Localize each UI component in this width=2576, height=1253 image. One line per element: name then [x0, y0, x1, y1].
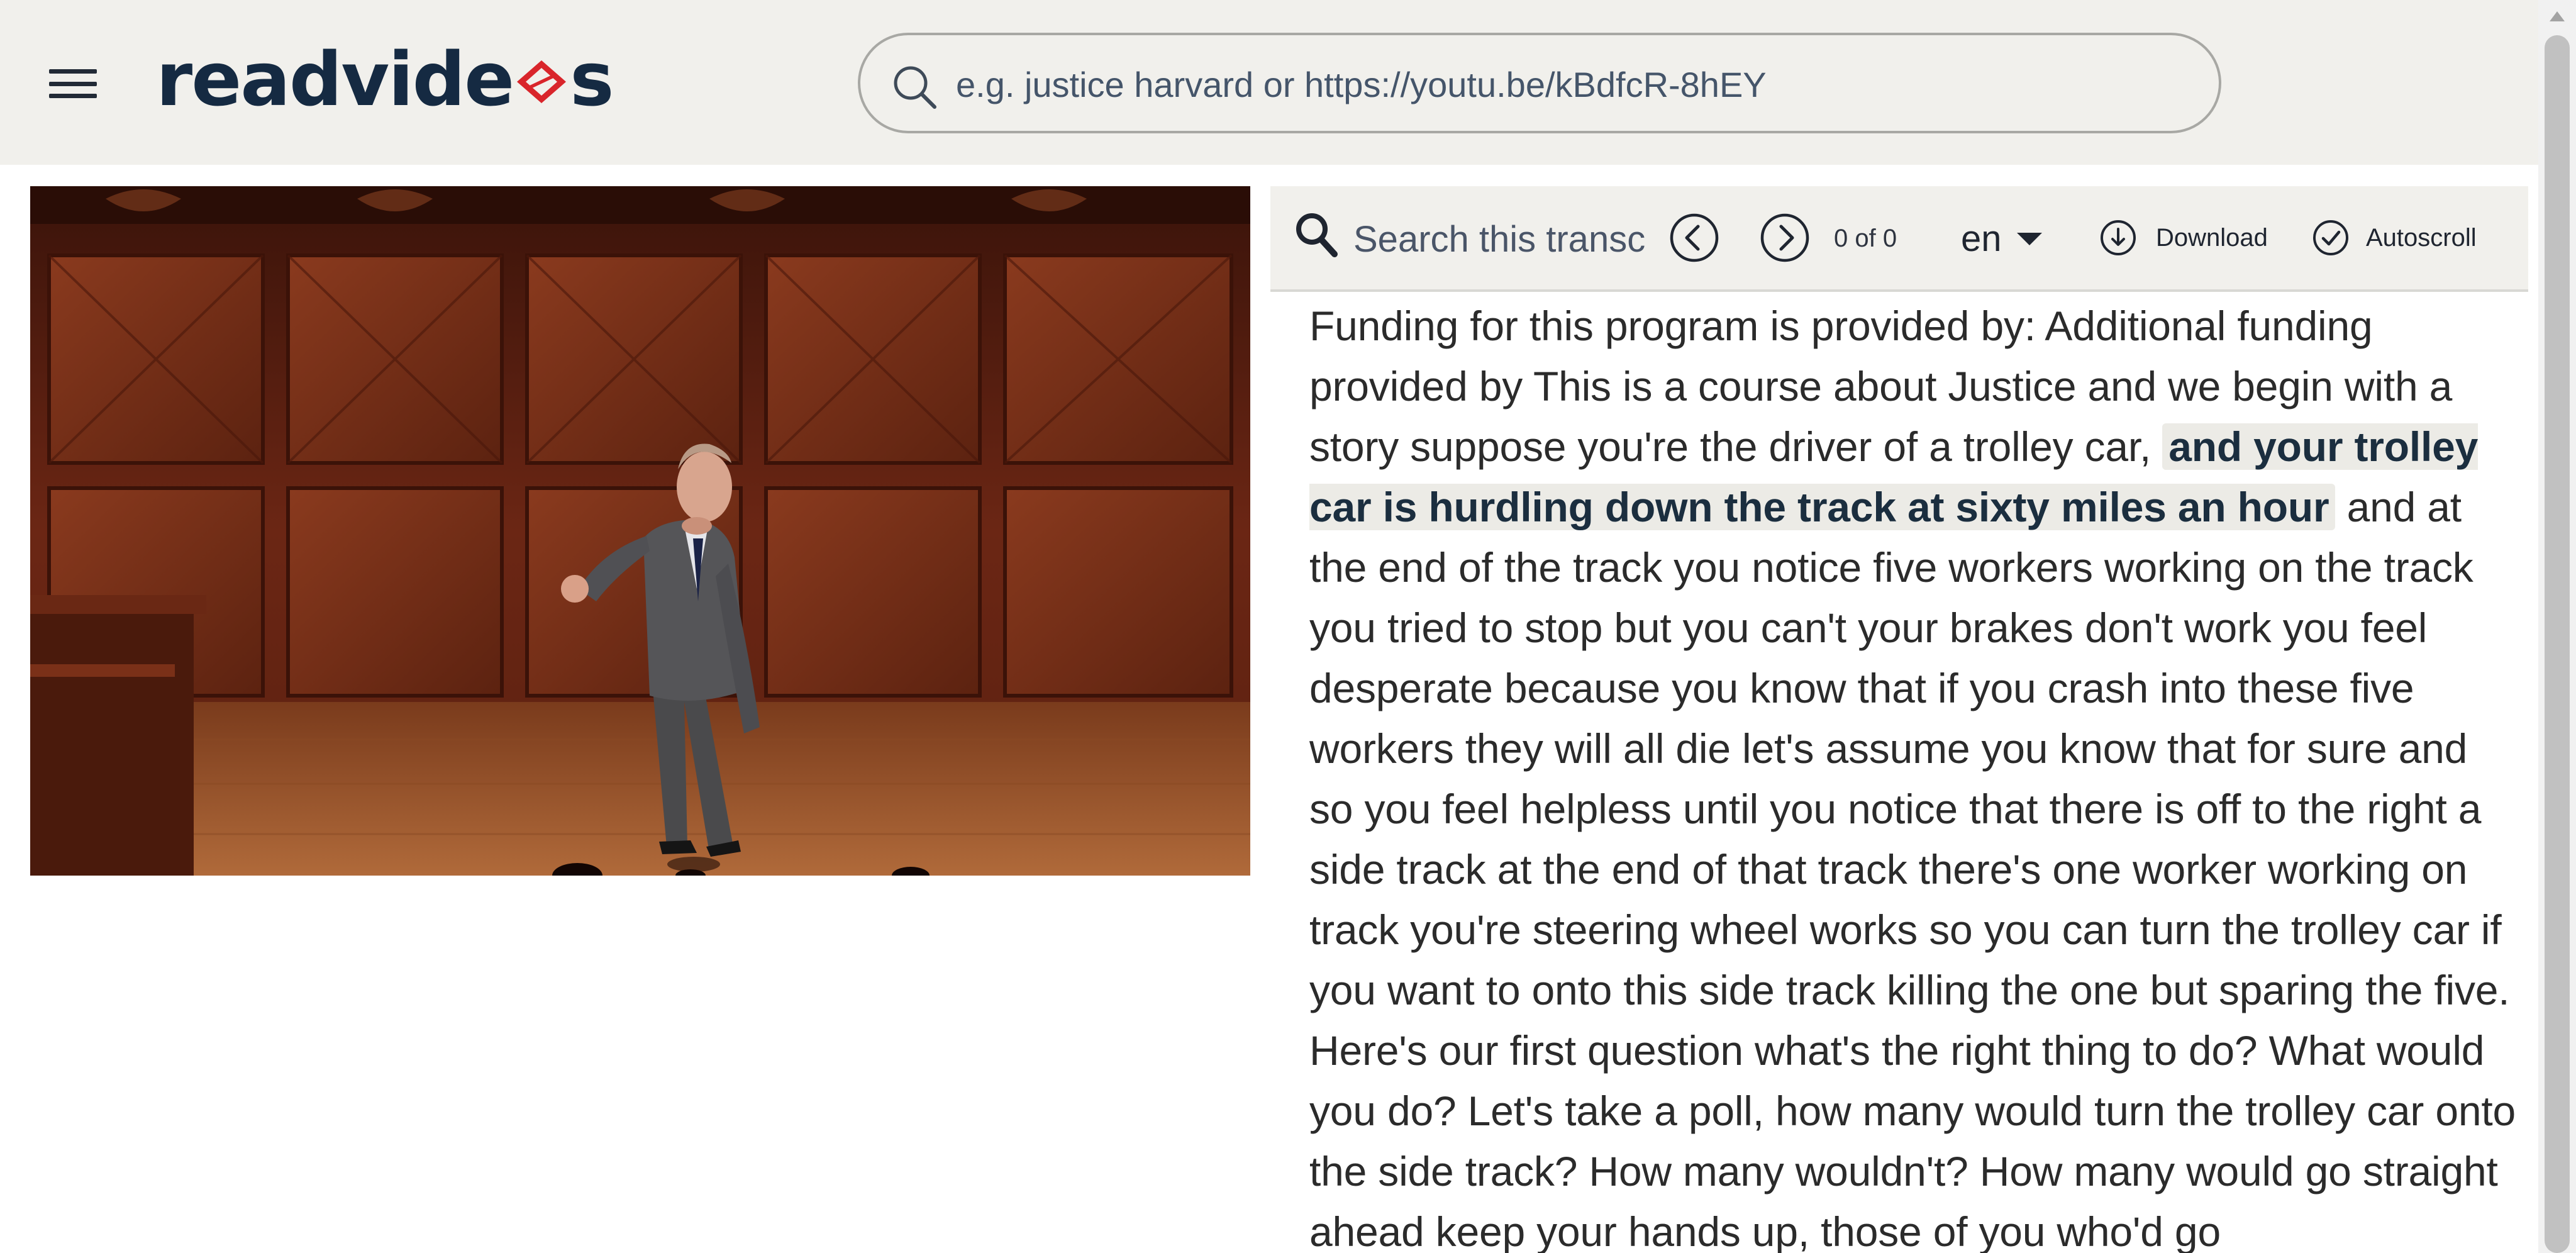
checkmark-circle-icon [2313, 220, 2348, 255]
logo-mark-icon [514, 37, 569, 125]
video-player[interactable] [30, 186, 1250, 876]
chevron-left-circle-icon [1670, 213, 1719, 262]
chevron-right-circle-icon [1760, 213, 1809, 262]
previous-match-button[interactable] [1669, 213, 1719, 263]
transcript-toolbar: 0 of 0 en Download Autoscroll [1270, 186, 2528, 292]
scroll-up-arrow-icon[interactable] [2550, 11, 2565, 21]
hamburger-menu-icon[interactable] [49, 69, 97, 98]
logo-text-start: readvide [156, 36, 514, 123]
video-frame [30, 186, 1250, 876]
page-scrollbar[interactable] [2538, 0, 2576, 1253]
transcript-search-input[interactable] [1352, 211, 1649, 267]
transcript-panel: 0 of 0 en Download Autoscroll Funding fo… [1270, 186, 2528, 1253]
readvideos-logo[interactable]: readvide s [156, 35, 614, 125]
transcript-search-icon [1294, 211, 1340, 262]
download-button[interactable]: Download [2099, 214, 2268, 262]
next-match-button[interactable] [1760, 213, 1810, 263]
download-label: Download [2156, 224, 2268, 252]
top-header: readvide s [0, 0, 2538, 165]
transcript-body: Funding for this program is provided by:… [1309, 296, 2517, 1253]
video-search-bar[interactable] [858, 33, 2221, 133]
autoscroll-toggle[interactable]: Autoscroll [2312, 214, 2488, 262]
selected-language: en [1961, 218, 2002, 259]
language-select[interactable]: en [1961, 214, 2042, 264]
download-icon [2101, 220, 2136, 255]
match-count: 0 of 0 [1834, 225, 1897, 252]
autoscroll-label: Autoscroll [2366, 224, 2477, 252]
video-search-input[interactable] [955, 54, 2181, 114]
search-icon [892, 64, 937, 113]
scrollbar-thumb[interactable] [2545, 35, 2570, 1253]
transcript-segment[interactable]: and at the end of the track you notice f… [1309, 484, 2516, 1253]
logo-text-end: s [570, 36, 614, 123]
chevron-down-icon [2016, 233, 2042, 245]
